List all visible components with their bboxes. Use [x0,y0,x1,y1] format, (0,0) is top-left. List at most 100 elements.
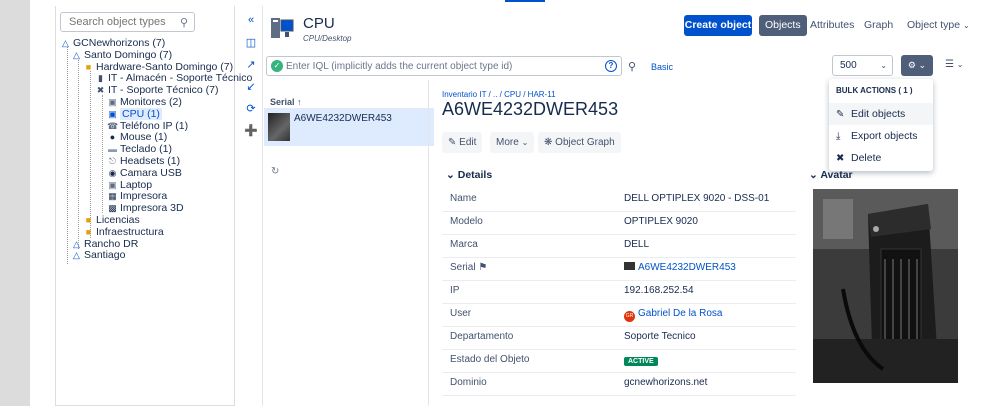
chevron-down-icon: ⌄ [446,169,455,181]
tab-object-type[interactable]: Object type ⌄ [907,15,970,36]
bulk-actions-button[interactable]: ⚙ ⌄ [901,55,933,76]
bulk-actions-menu: BULK ACTIONS ( 1 ) ✎ Edit objects ⤓ Export… [829,79,933,171]
hierarchy-icon[interactable]: ◫ [242,36,260,58]
tab-attributes[interactable]: Attributes [810,15,854,36]
create-object-button[interactable]: Create object [684,15,752,36]
chevron-down-icon: ⌄ [963,21,970,30]
object-graph-label: Object Graph [555,137,615,148]
camera-icon: ◉ [108,167,117,178]
sync-icon[interactable]: ⟳ [242,102,260,124]
details-label: Details [457,169,493,181]
avatar-image[interactable] [813,189,958,383]
detail-value: 192.168.252.54 [624,285,694,296]
tree-node-label: IT - Almacén - Soporte Técnico [108,72,253,85]
detail-key: Marca [450,239,478,250]
collapse-icon[interactable]: « [242,14,260,36]
delete-icon: ✖ [836,153,845,164]
split-divider[interactable] [428,80,429,406]
tree-node-label: GCNewhorizons (7) [73,37,166,49]
shrink-icon[interactable]: ↙ [242,80,260,102]
detail-key: Modelo [450,216,483,227]
tree-node-label: Impresora 3D [120,202,184,215]
tab-objects[interactable]: Objects [759,15,807,36]
tree-node-label: IT - Soporte Técnico (7) [108,84,219,97]
list-column-header[interactable]: Serial ↑ [270,97,302,107]
tree-node-label: Santiago [84,249,126,262]
export-icon: ⤓ [836,131,841,142]
graph-icon: ❋ [544,137,553,148]
tree-node-impresora-3d[interactable]: ▩ Impresora 3D [58,202,234,215]
menu-item-edit-objects[interactable]: ✎ Edit objects [829,103,933,125]
server-icon: ▮ [98,73,103,84]
detail-value: A6WE4232DWER453 [638,262,736,273]
printer-icon: ▦ [108,191,117,202]
tree-node-label: Santo Domingo (7) [84,48,173,61]
tree-node-label: Rancho DR [84,237,139,250]
details-section-header[interactable]: ⌄ Details [446,169,492,181]
tab-graph[interactable]: Graph [864,15,893,36]
page-size-value: 500 [840,60,857,71]
basic-search-toggle[interactable]: Basic [651,62,673,72]
search-icon[interactable]: ⚲ [628,60,636,73]
menu-item-label: Delete [851,152,882,164]
object-type-search-input[interactable] [61,13,169,31]
menu-item-label: Export objects [851,130,918,142]
serial-link[interactable]: A6WE4232DWER453 [624,262,736,273]
tree-node-label: Laptop [120,178,153,191]
expand-icon[interactable]: ↗ [242,58,260,80]
page-title: CPU [303,15,335,32]
sort-icon: ↑ [297,97,302,107]
monitor-icon: ▣ [108,96,117,107]
menu-item-delete[interactable]: ✖ Delete [829,147,933,169]
refresh-icon[interactable]: ↻ [271,166,279,177]
detail-value: Gabriel De la Rosa [638,308,723,319]
breadcrumb[interactable]: Inventario IT / .. / CPU / HAR-11 [442,90,556,99]
object-graph-button[interactable]: ❋ Object Graph [538,132,621,153]
tree-node-monitores[interactable]: ▣ Monitores (2) [58,96,234,109]
pencil-icon: ✎ [448,137,457,148]
menu-item-export-objects[interactable]: ⤓ Export objects [829,125,933,147]
chevron-down-icon: ⌄ [521,138,529,147]
search-icon: ⚲ [179,17,188,29]
more-button[interactable]: More ⌄ [490,132,535,153]
iql-input[interactable]: ✓ Enter IQL (implicitly adds the current… [266,56,622,76]
avatar-section-header[interactable]: ⌄ Avatar [809,169,853,181]
detail-key: IP [450,285,460,296]
add-icon[interactable]: ➕ [242,124,260,146]
active-tab-indicator [505,0,545,2]
cpu-type-icon [271,18,294,38]
help-icon[interactable]: ? [605,60,617,72]
edit-button[interactable]: ✎ Edit [442,132,483,153]
laptop-icon: ▣ [108,179,117,190]
detail-row-name: Name DELL OPTIPLEX 9020 - DSS-01 [442,189,796,212]
tab-object-type-label: Object type [907,19,961,31]
tree-node-label: Infraestructura [96,225,164,238]
tree-node-santiago[interactable]: △ Santiago [58,249,234,262]
avatar-label: Avatar [820,169,853,181]
detail-key: Dominio [450,377,487,388]
chevron-down-icon: ⌄ [956,60,964,69]
mouse-icon: ● [109,132,116,143]
detail-key: Name [450,193,477,204]
menu-item-label: Edit objects [851,108,906,120]
list-item[interactable]: A6WE4232DWER453 [264,108,434,146]
view-mode-button[interactable]: ☰ ⌄ [945,59,963,70]
detail-value: gcnewhorizons.net [624,377,708,388]
iql-placeholder: Enter IQL (implicitly adds the current o… [286,61,513,72]
headset-icon: ⎋ [108,155,117,166]
object-thumbnail [268,113,290,141]
phone-icon: ☎ [107,120,119,131]
chevron-down-icon: ⌄ [918,60,927,70]
panel-divider [262,6,263,406]
page-size-select[interactable]: 500 ⌄ [832,55,893,76]
avatar: GR [624,311,635,322]
object-type-search[interactable]: ⚲ [60,12,195,32]
schema-icon: △ [62,38,69,48]
tree-node-label: Licencias [96,213,140,226]
check-icon: ✓ [271,60,283,72]
detail-value: Soporte Tecnico [624,331,696,342]
gear-icon: ⚙ [907,60,916,70]
detail-row-dominio: Dominio gcnewhorizons.net [442,373,796,396]
list-item-label: A6WE4232DWER453 [294,113,392,124]
user-link[interactable]: GR Gabriel De la Rosa [624,308,722,322]
